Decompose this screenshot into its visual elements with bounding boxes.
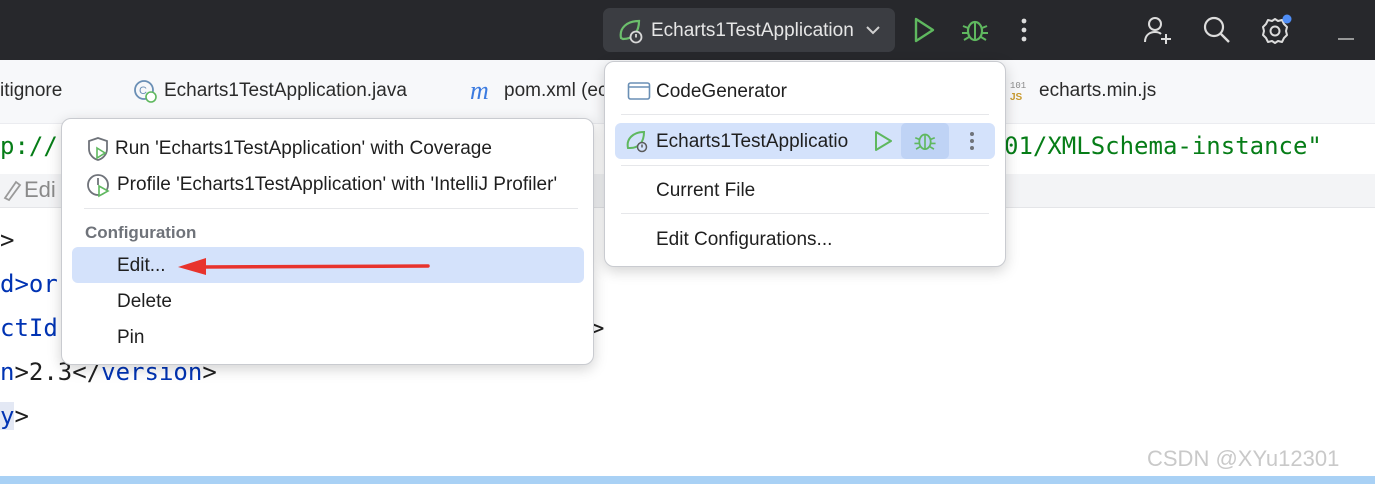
menu-item-label: Run 'Echarts1TestApplication' with Cover… — [115, 138, 492, 159]
main-toolbar: Echarts1TestApplication — [0, 0, 1375, 60]
code-token: d>or — [0, 270, 58, 298]
menu-separator — [621, 213, 989, 214]
code-line-2: > — [0, 226, 15, 254]
coverage-icon — [86, 136, 110, 168]
inlay-hint-label: Edi — [24, 177, 56, 202]
run-configurations-dropdown: CodeGenerator Echarts1TestApplicatio Cur… — [604, 61, 1006, 267]
more-vertical-icon[interactable] — [1018, 14, 1030, 51]
spring-class-icon: C — [133, 79, 157, 109]
menu-item-label: Edit... — [117, 255, 166, 276]
menu-item-profile[interactable]: Profile 'Echarts1TestApplication' with '… — [62, 166, 593, 202]
status-strip — [0, 476, 1375, 484]
run-configuration-selector[interactable]: Echarts1TestApplication — [603, 8, 895, 52]
menu-item-label: Current File — [656, 180, 756, 201]
menu-separator — [621, 114, 989, 115]
run-icon[interactable] — [912, 14, 936, 51]
js-file-icon: 101 JS — [1008, 78, 1032, 110]
application-icon — [627, 81, 651, 107]
menu-item-label: Profile 'Echarts1TestApplication' with '… — [117, 174, 558, 195]
profiler-icon — [86, 172, 112, 204]
code-line-3: d>or — [0, 270, 58, 298]
menu-item-echarts1testapplication[interactable]: Echarts1TestApplicatio — [615, 123, 995, 159]
search-icon[interactable] — [1202, 14, 1232, 51]
menu-item-pin[interactable]: Pin — [62, 319, 593, 355]
run-config-icon — [625, 129, 651, 159]
watermark: CSDN @XYu12301 — [1147, 446, 1340, 471]
menu-item-edit-configurations[interactable]: Edit Configurations... — [605, 221, 1005, 257]
tab-label: pom.xml (ec — [504, 80, 608, 101]
menu-item-label: Delete — [117, 291, 172, 312]
code-token: > — [14, 402, 29, 430]
code-line-6: y> — [0, 402, 29, 430]
code-line-4: ctId — [0, 314, 58, 342]
menu-item-run-with-coverage[interactable]: Run 'Echarts1TestApplication' with Cover… — [62, 130, 593, 166]
tab-label: Echarts1TestApplication.java — [164, 80, 407, 101]
configuration-section-title: Configuration — [85, 223, 197, 242]
menu-item-label: Pin — [117, 327, 145, 348]
settings-icon[interactable] — [1260, 14, 1294, 51]
menu-separator — [84, 208, 578, 209]
menu-separator — [621, 165, 989, 166]
code-token: y — [0, 402, 15, 430]
add-user-icon[interactable] — [1142, 14, 1174, 51]
menu-item-delete[interactable]: Delete — [62, 283, 593, 319]
code-line-1-right: 01/XMLSchema-instance" — [1004, 132, 1322, 160]
menu-item-label: CodeGenerator — [656, 81, 787, 102]
more-vertical-icon[interactable] — [967, 129, 977, 159]
run-config-label: Echarts1TestApplication — [651, 20, 854, 41]
tab-label: echarts.min.js — [1039, 80, 1157, 101]
debug-icon[interactable] — [901, 123, 949, 159]
run-icon[interactable] — [873, 129, 893, 159]
menu-item-current-file[interactable]: Current File — [605, 172, 1005, 208]
code-token: n — [0, 358, 15, 386]
tab-gitignore[interactable]: itignore — [0, 80, 62, 102]
svg-text:JS: JS — [1010, 92, 1023, 103]
debug-icon[interactable] — [960, 14, 990, 51]
annotation-arrow-icon — [178, 258, 430, 275]
run-config-context-menu: Run 'Echarts1TestApplication' with Cover… — [61, 118, 594, 365]
chevron-down-icon[interactable] — [865, 22, 881, 43]
menu-item-label: Edit Configurations... — [656, 229, 833, 250]
code-line-1-left: p:// — [0, 132, 58, 160]
menu-item-label: Echarts1TestApplicatio — [656, 131, 848, 152]
minimize-icon[interactable] — [1338, 28, 1354, 46]
maven-icon: m — [470, 76, 489, 105]
run-config-icon — [617, 18, 645, 49]
tab-label: itignore — [0, 80, 63, 101]
edit-icon — [2, 178, 22, 208]
menu-item-codegenerator[interactable]: CodeGenerator — [605, 73, 1005, 109]
svg-text:101: 101 — [1010, 81, 1026, 91]
